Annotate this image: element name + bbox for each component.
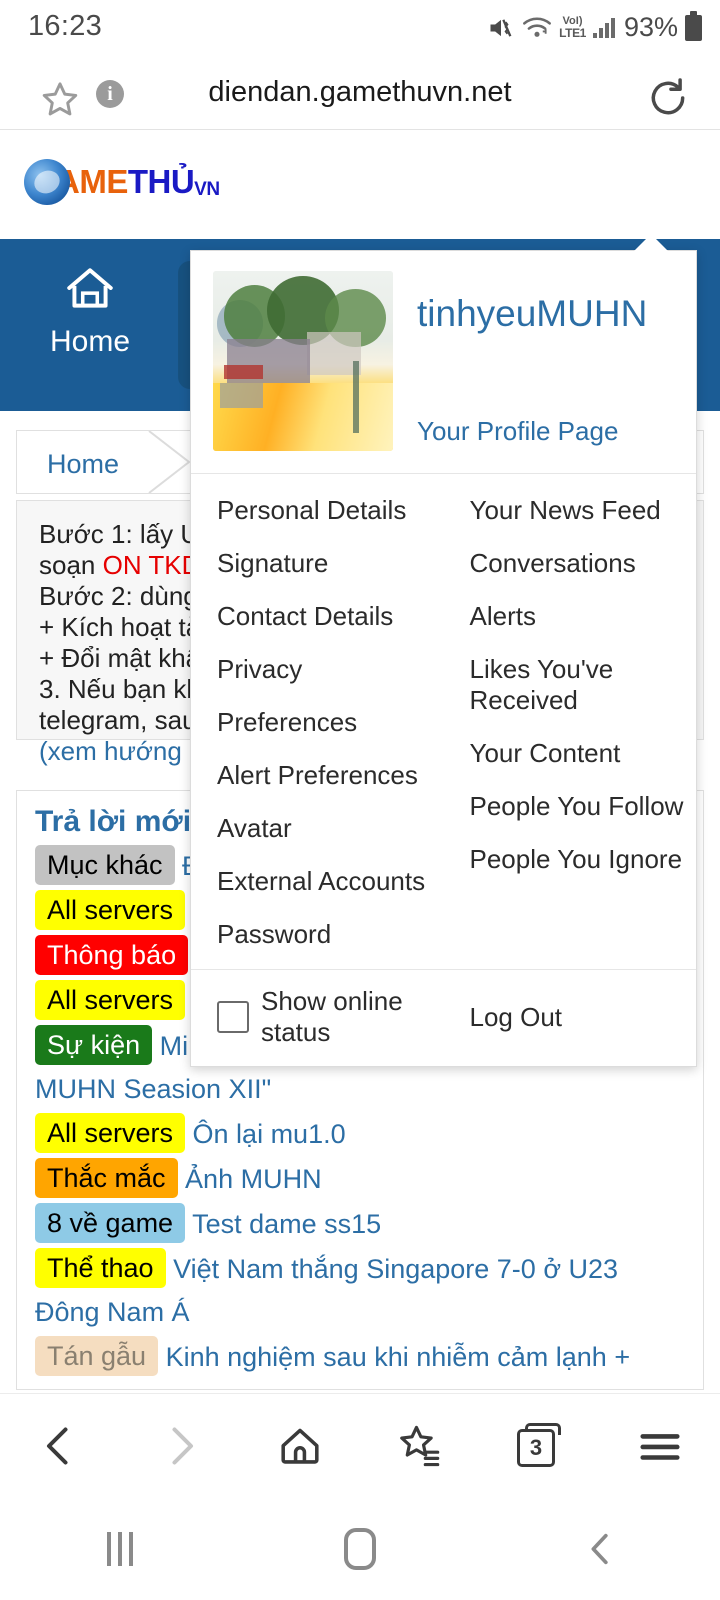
- nav-label-home: Home: [49, 325, 131, 358]
- dropdown-item-your-content[interactable]: Your Content: [444, 727, 697, 780]
- dropdown-item-password[interactable]: Password: [191, 908, 444, 961]
- dropdown-header: tinhyeuMUHN Your Profile Page: [191, 251, 696, 474]
- show-online-status-row[interactable]: Show online status: [191, 986, 444, 1048]
- dropdown-item-alert-preferences[interactable]: Alert Preferences: [191, 749, 444, 802]
- logo-orb-icon: [24, 159, 70, 205]
- thread-row[interactable]: All servers Ôn lại mu1.0: [35, 1113, 685, 1158]
- system-navigation-bar: [0, 1497, 720, 1600]
- thread-tag[interactable]: All servers: [35, 890, 186, 930]
- thread-tag[interactable]: Thể thao: [35, 1248, 166, 1288]
- dropdown-item-your-news-feed[interactable]: Your News Feed: [444, 484, 697, 537]
- account-dropdown-panel: tinhyeuMUHN Your Profile Page Personal D…: [190, 234, 697, 1067]
- browser-forward-button[interactable]: [140, 1406, 220, 1486]
- browser-menu-button[interactable]: [620, 1406, 700, 1486]
- thread-row[interactable]: Thể thao Việt Nam thắng Singapore 7-0 ở …: [35, 1248, 685, 1336]
- dropdown-item-personal-details[interactable]: Personal Details: [191, 484, 444, 537]
- breadcrumb-separator-icon: [148, 431, 191, 493]
- volte-icon: VoI) LTE1: [559, 15, 586, 40]
- browser-bottom-bar: 3: [0, 1393, 720, 1497]
- dropdown-item-signature[interactable]: Signature: [191, 537, 444, 590]
- mute-icon: [490, 18, 512, 37]
- dropdown-menu-columns: Personal Details Signature Contact Details…: [191, 474, 696, 969]
- dropdown-item-people-you-follow[interactable]: People You Follow: [444, 780, 697, 833]
- url-text[interactable]: diendan.gamethuvn.net: [0, 76, 720, 109]
- dropdown-avatar[interactable]: [213, 271, 393, 451]
- status-bar-clock: 16:23: [28, 10, 103, 42]
- dropdown-left-column: Personal Details Signature Contact Details…: [191, 484, 444, 961]
- system-home-icon: [344, 1527, 376, 1570]
- system-back-icon: [591, 1533, 608, 1564]
- system-home-button[interactable]: [240, 1527, 480, 1570]
- system-recents-button[interactable]: [0, 1531, 240, 1566]
- browser-tabs-button[interactable]: 3: [500, 1406, 580, 1486]
- reload-icon[interactable]: [646, 76, 690, 120]
- dropdown-item-alerts[interactable]: Alerts: [444, 590, 697, 643]
- dropdown-username[interactable]: tinhyeuMUHN: [417, 293, 647, 335]
- thread-title[interactable]: Ôn lại mu1.0: [185, 1119, 346, 1149]
- thread-row[interactable]: Tán gẫu Kinh nghiệm sau khi nhiễm cảm lạ…: [35, 1336, 685, 1389]
- dropdown-tail-arrow: [633, 234, 669, 252]
- log-out-button[interactable]: Log Out: [444, 1002, 697, 1033]
- dropdown-item-people-you-ignore[interactable]: People You Ignore: [444, 833, 697, 886]
- battery-percent-label: 93%: [623, 12, 678, 42]
- your-profile-page-link[interactable]: Your Profile Page: [417, 416, 647, 447]
- thread-tag[interactable]: Tán gẫu: [35, 1336, 159, 1376]
- thread-title[interactable]: Ảnh MUHN: [178, 1164, 322, 1194]
- status-bar: 16:23 VoI) LTE1 93%: [0, 0, 720, 56]
- site-logo[interactable]: AMETHỦVN: [24, 159, 220, 205]
- signal-bars-icon: [592, 17, 615, 38]
- home-icon: [10, 261, 170, 317]
- thread-tag[interactable]: Thắc mắc: [35, 1158, 178, 1198]
- dropdown-item-privacy[interactable]: Privacy: [191, 643, 444, 696]
- show-online-status-checkbox[interactable]: [217, 1001, 249, 1033]
- dropdown-item-external-accounts[interactable]: External Accounts: [191, 855, 444, 908]
- nav-item-home[interactable]: Home: [10, 261, 170, 359]
- thread-tag[interactable]: Thông báo: [35, 935, 189, 975]
- show-online-status-label: Show online status: [261, 986, 403, 1047]
- system-back-button[interactable]: [480, 1529, 720, 1569]
- battery-icon: [685, 10, 702, 41]
- browser-back-button[interactable]: [20, 1406, 100, 1486]
- dropdown-item-preferences[interactable]: Preferences: [191, 696, 444, 749]
- dropdown-item-contact-details[interactable]: Contact Details: [191, 590, 444, 643]
- dropdown-right-column: Your News Feed Conversations Alerts Likes Y…: [444, 484, 697, 961]
- recents-icon: [107, 1531, 133, 1566]
- thread-title[interactable]: Test dame ss15: [185, 1209, 381, 1239]
- thread-tag[interactable]: Mục khác: [35, 845, 175, 885]
- thread-tag[interactable]: All servers: [35, 980, 186, 1020]
- wifi-icon: [523, 16, 552, 37]
- dropdown-item-conversations[interactable]: Conversations: [444, 537, 697, 590]
- tab-count-label: 3: [529, 1434, 543, 1460]
- thread-tag[interactable]: Sự kiện: [35, 1025, 153, 1065]
- thread-tag[interactable]: All servers: [35, 1113, 186, 1153]
- browser-home-button[interactable]: [260, 1406, 340, 1486]
- thread-row[interactable]: Thắc mắc Ảnh MUHN: [35, 1158, 685, 1203]
- browser-url-bar: i diendan.gamethuvn.net: [0, 56, 720, 130]
- tabs-icon: 3: [517, 1422, 563, 1469]
- logo-wordmark: AMETHỦVN: [56, 163, 220, 200]
- browser-bookmarks-button[interactable]: [380, 1406, 460, 1486]
- dropdown-footer: Show online status Log Out: [191, 969, 696, 1066]
- dropdown-item-likes-you-ve-received[interactable]: Likes You've Received: [444, 643, 697, 727]
- phone-screen: 16:23 VoI) LTE1 93% i diendan.gamethuvn.…: [0, 0, 720, 1600]
- thread-tag[interactable]: 8 về game: [35, 1203, 186, 1243]
- site-header: AMETHỦVN Credit: [0, 131, 720, 370]
- dropdown-item-avatar[interactable]: Avatar: [191, 802, 444, 855]
- status-bar-icons: VoI) LTE1 93%: [487, 10, 702, 43]
- breadcrumb-item-home[interactable]: Home: [47, 449, 119, 480]
- thread-row[interactable]: 8 về game Test dame ss15: [35, 1203, 685, 1248]
